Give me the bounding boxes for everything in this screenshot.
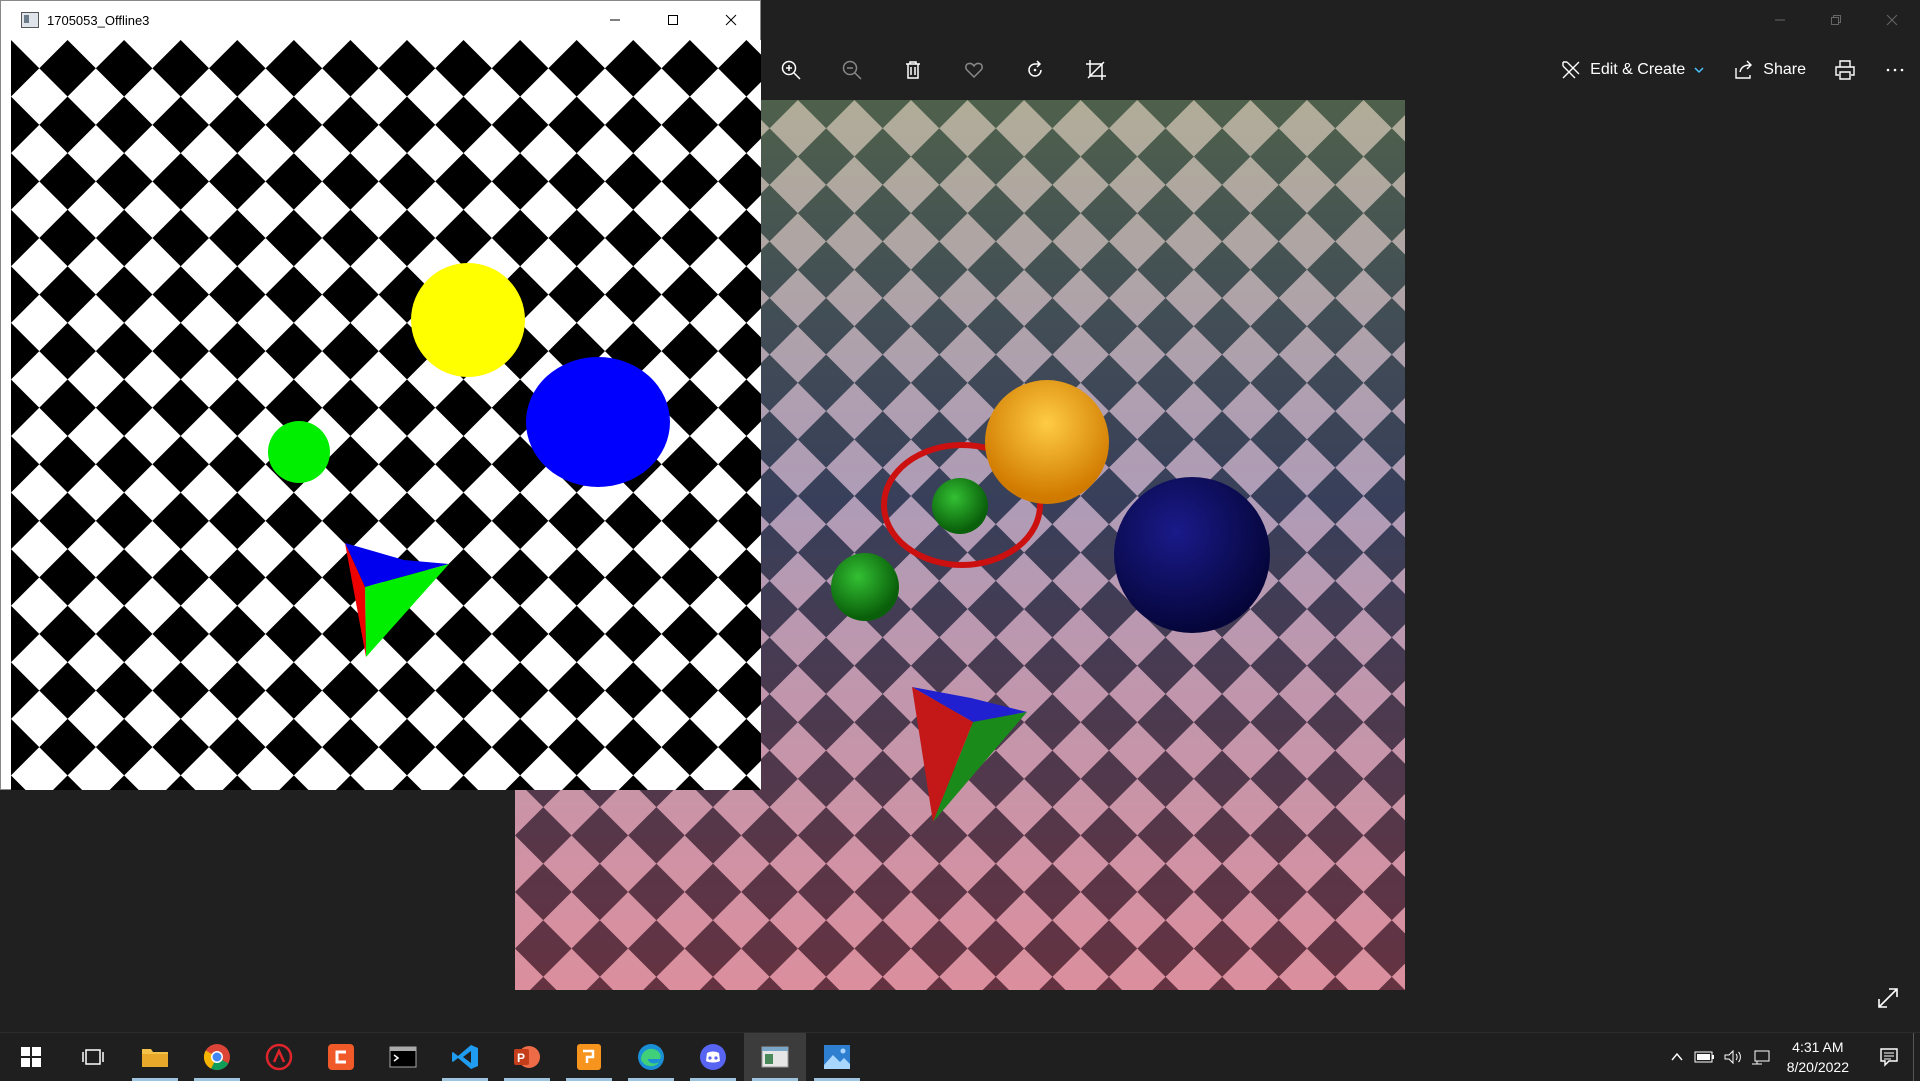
taskbar-discord[interactable] — [682, 1033, 744, 1081]
photos-toolbar — [760, 48, 1126, 92]
chevron-up-icon — [1671, 1052, 1683, 1061]
minimize-icon — [1775, 19, 1785, 21]
opengl-minimize-button[interactable] — [586, 1, 644, 39]
taskbar-powerpoint[interactable]: P — [496, 1033, 558, 1081]
print-button[interactable] — [1820, 48, 1870, 92]
photos-minimize-button[interactable] — [1752, 0, 1808, 40]
rotate-button[interactable] — [1004, 48, 1065, 92]
task-view-button[interactable] — [62, 1033, 124, 1081]
chrome-icon — [203, 1044, 230, 1071]
opengl-titlebar[interactable]: 1705053_Offline3 — [1, 1, 760, 39]
red-app-icon — [265, 1043, 293, 1071]
zoom-out-icon — [842, 60, 862, 80]
notification-icon — [1880, 1048, 1898, 1067]
clock-date: 8/20/2022 — [1786, 1059, 1849, 1075]
crop-button[interactable] — [1065, 48, 1126, 92]
vscode-icon — [452, 1045, 478, 1069]
expand-icon — [1878, 988, 1898, 1008]
terminal-icon — [389, 1046, 417, 1068]
opengl-canvas[interactable] — [11, 40, 761, 790]
delete-button[interactable] — [882, 48, 943, 92]
trash-icon — [905, 61, 920, 79]
discord-icon — [700, 1044, 726, 1070]
share-icon — [1735, 60, 1753, 79]
taskbar-file-explorer[interactable] — [124, 1033, 186, 1081]
green-sphere — [268, 421, 330, 483]
photos-close-button[interactable] — [1864, 0, 1920, 40]
share-button[interactable]: Share — [1719, 48, 1820, 92]
tray-overflow-button[interactable] — [1665, 1033, 1689, 1081]
share-label: Share — [1763, 61, 1806, 78]
photos-caption-buttons — [1752, 0, 1920, 40]
edge-icon — [638, 1044, 664, 1070]
show-desktop-button[interactable] — [1913, 1033, 1920, 1081]
taskbar: P 4:31 AM 8/20/2022 — [0, 1032, 1920, 1081]
edit-create-label: Edit & Create — [1590, 61, 1686, 78]
crop-icon — [1085, 60, 1106, 80]
c-app-icon — [328, 1044, 354, 1070]
favorite-button[interactable] — [943, 48, 1004, 92]
orange-sphere — [985, 380, 1109, 504]
taskbar-opengl-app[interactable] — [744, 1033, 806, 1081]
chevron-down-icon — [1694, 67, 1704, 74]
taskbar-c-app[interactable] — [310, 1033, 372, 1081]
network-icon — [1751, 1050, 1770, 1065]
opengl-window: 1705053_Offline3 — [0, 0, 761, 790]
task-view-icon — [82, 1049, 104, 1065]
taskbar-vscode[interactable] — [434, 1033, 496, 1081]
taskbar-chrome[interactable] — [186, 1033, 248, 1081]
app-window-icon — [21, 12, 39, 28]
svg-text:P: P — [517, 1051, 525, 1065]
edit-create-icon — [1562, 61, 1580, 79]
edit-create-button[interactable]: Edit & Create — [1546, 48, 1719, 92]
zoom-in-icon — [781, 60, 801, 80]
zoom-in-button[interactable] — [760, 48, 821, 92]
photos-icon — [824, 1045, 850, 1069]
maximize-icon — [668, 15, 678, 25]
taskbar-pdf-app[interactable] — [558, 1033, 620, 1081]
taskbar-clock[interactable]: 4:31 AM 8/20/2022 — [1787, 1037, 1849, 1077]
volume-button[interactable] — [1721, 1033, 1745, 1081]
small-green-sphere — [932, 478, 988, 534]
taskbar-edge[interactable] — [620, 1033, 682, 1081]
fullscreen-button[interactable] — [1870, 980, 1906, 1016]
zoom-out-button[interactable] — [821, 48, 882, 92]
minimize-icon — [610, 19, 620, 21]
action-center-button[interactable] — [1865, 1033, 1913, 1081]
opengl-close-button[interactable] — [702, 1, 760, 39]
battery-icon — [1694, 1051, 1714, 1063]
folder-icon — [142, 1049, 168, 1067]
more-icon — [1886, 68, 1904, 72]
photos-restore-button[interactable] — [1808, 0, 1864, 40]
opengl-caption-buttons — [586, 1, 760, 39]
opengl-maximize-button[interactable] — [644, 1, 702, 39]
opengl-window-title: 1705053_Offline3 — [47, 12, 150, 28]
powerpoint-icon: P — [514, 1046, 540, 1068]
start-button[interactable] — [0, 1033, 62, 1081]
rotate-icon — [1027, 60, 1042, 77]
yellow-sphere — [411, 263, 525, 377]
navy-sphere — [1114, 477, 1270, 633]
clock-time: 4:31 AM — [1792, 1039, 1844, 1055]
taskbar-terminal[interactable] — [372, 1033, 434, 1081]
taskbar-red-app[interactable] — [248, 1033, 310, 1081]
restore-icon — [1831, 15, 1841, 25]
windows-logo-icon — [21, 1047, 41, 1067]
green-sphere — [831, 553, 899, 621]
blue-sphere — [526, 357, 670, 487]
close-icon — [1886, 14, 1898, 26]
pdf-icon — [577, 1044, 601, 1070]
close-icon — [725, 14, 737, 26]
volume-icon — [1724, 1049, 1741, 1065]
opengl-app-icon — [761, 1046, 789, 1068]
battery-button[interactable] — [1693, 1033, 1717, 1081]
taskbar-photos[interactable] — [806, 1033, 868, 1081]
network-button[interactable] — [1749, 1033, 1773, 1081]
heart-icon — [964, 62, 983, 79]
system-tray: 4:31 AM 8/20/2022 — [1663, 1033, 1920, 1081]
photos-toolbar-right: Edit & Create Share — [1546, 48, 1920, 92]
more-options-button[interactable] — [1870, 48, 1920, 92]
print-icon — [1835, 60, 1855, 80]
